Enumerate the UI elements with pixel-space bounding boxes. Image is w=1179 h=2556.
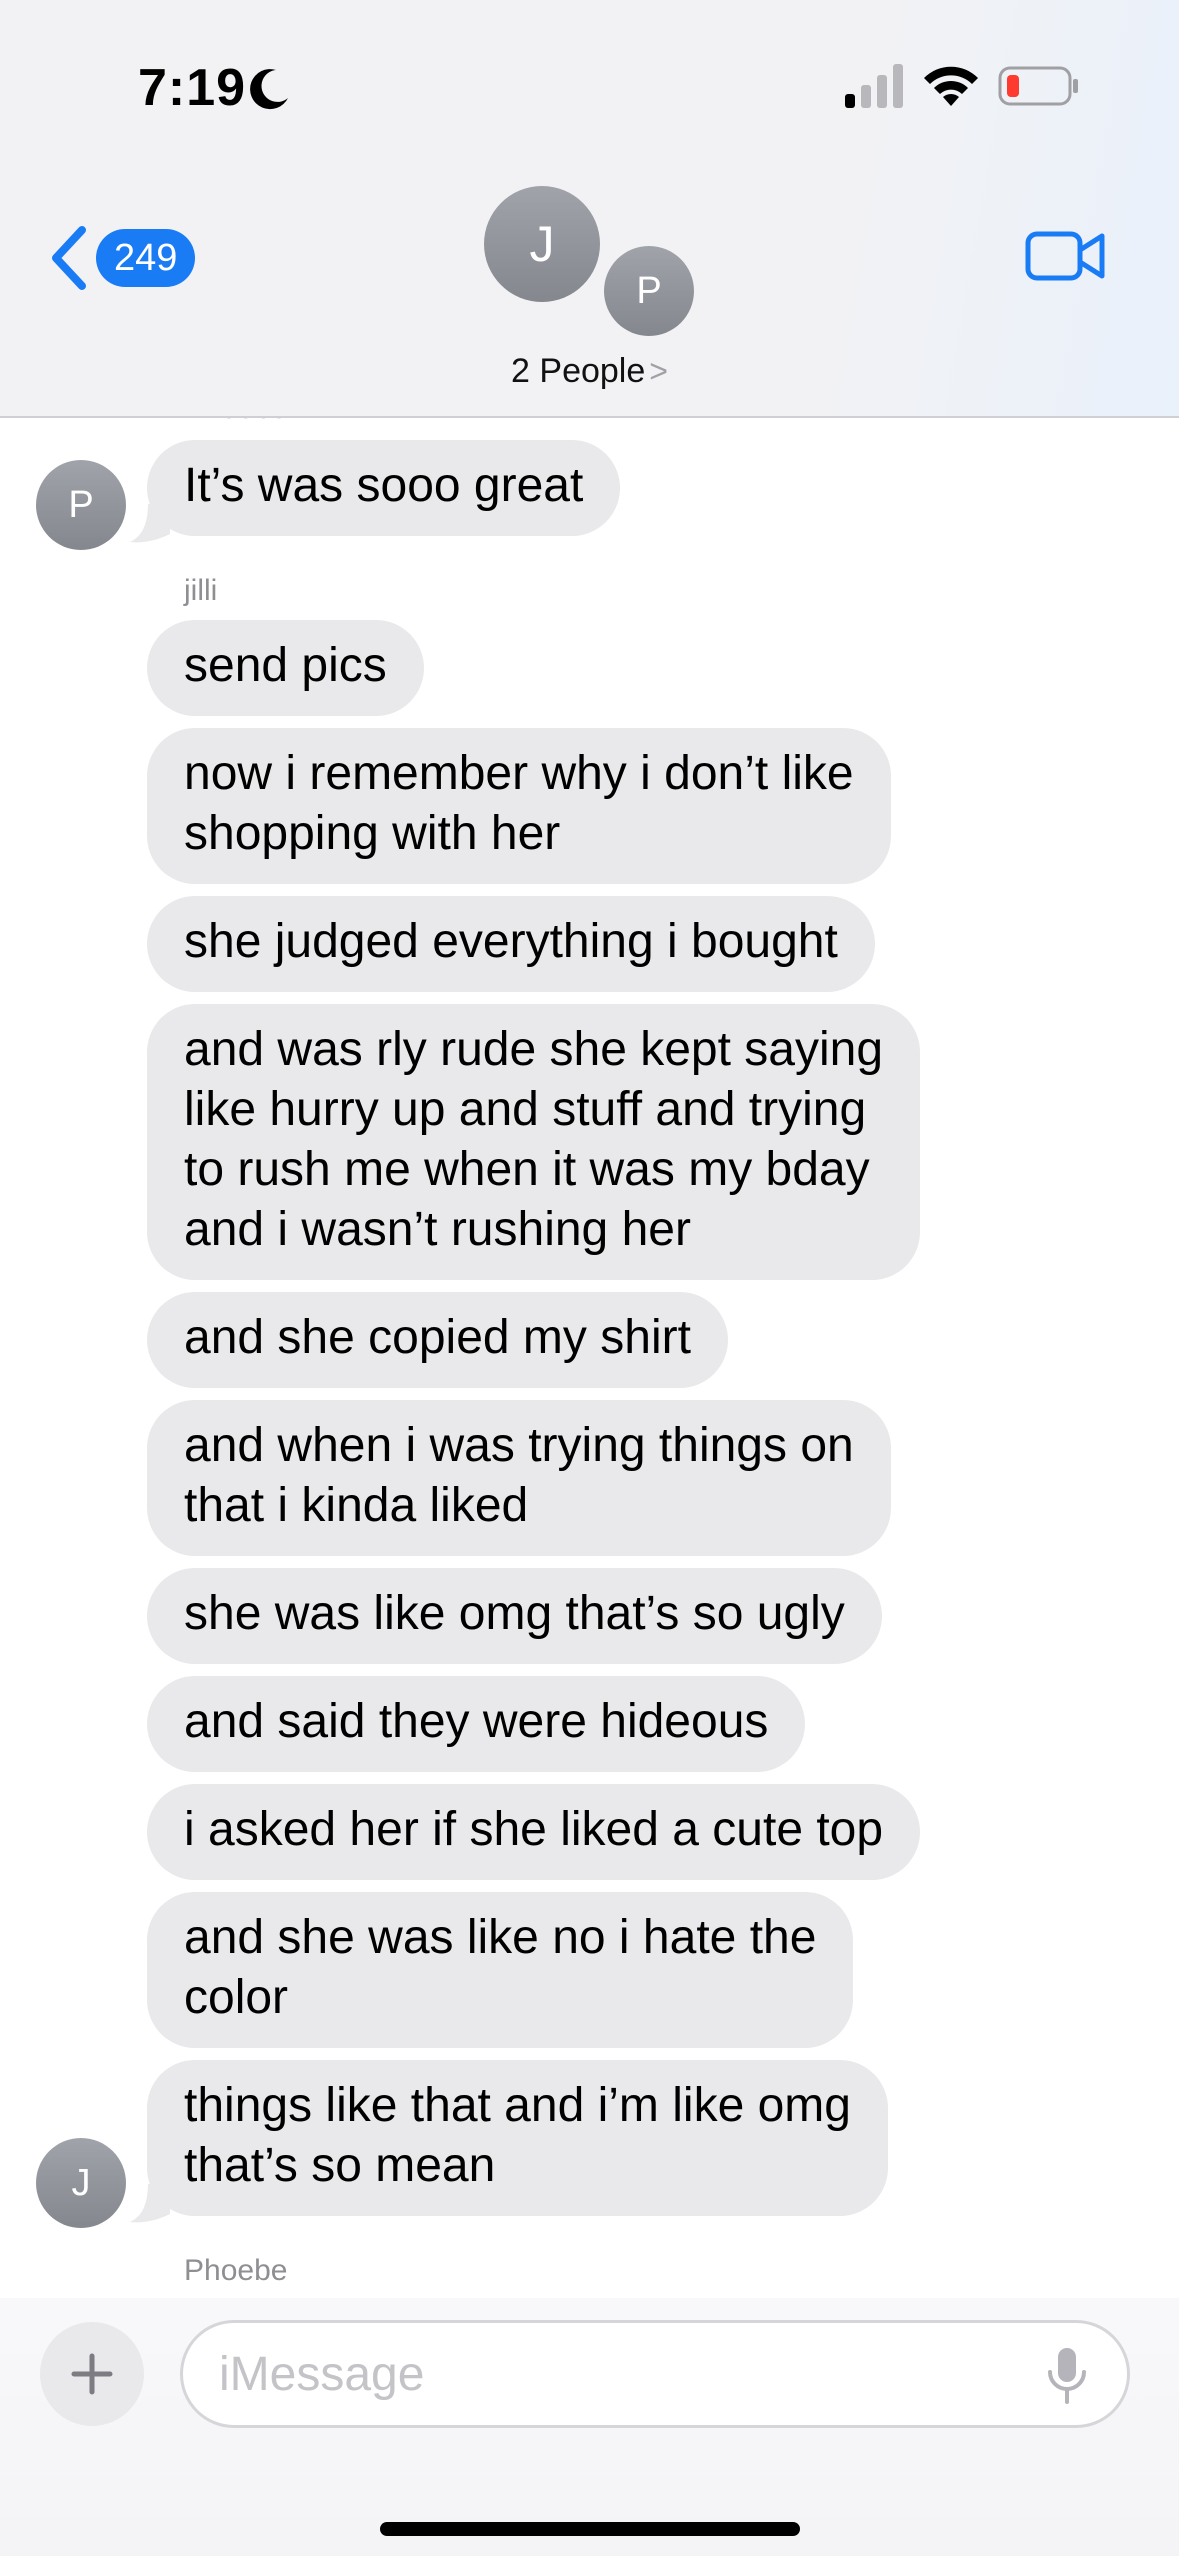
message-bubble[interactable]: send pics [147, 620, 424, 716]
conversation-header: 7:19 249 J P 2 People > [0, 0, 1179, 418]
group-label-text: 2 People [511, 352, 646, 390]
plus-icon [71, 2353, 113, 2395]
group-avatar-stack[interactable]: J P [484, 186, 694, 336]
sender-name: jilli [184, 574, 218, 607]
avatar: P [604, 246, 694, 336]
unread-count-badge: 249 [96, 229, 196, 287]
message-bubble[interactable]: things like that and i’m like omg that’s… [147, 2060, 888, 2216]
moon-icon [250, 69, 288, 110]
message-input[interactable] [180, 2320, 1130, 2428]
sender-name: Phoebe [184, 2254, 288, 2287]
message-bubble[interactable]: and when i was trying things on that i k… [147, 1400, 891, 1556]
home-indicator[interactable] [380, 2522, 800, 2536]
avatar[interactable]: P [36, 460, 126, 550]
chevron-right-icon: > [649, 353, 668, 389]
message-bubble[interactable]: now i remember why i don’t like shopping… [147, 728, 891, 884]
compose-bar [0, 2298, 1179, 2556]
message-bubble[interactable]: and she copied my shirt [147, 1292, 728, 1388]
message-list[interactable]: Phoebe It’s was sooo great P jilli send … [0, 418, 1179, 2298]
avatar[interactable]: J [36, 2138, 126, 2228]
back-button[interactable]: 249 [48, 226, 196, 290]
message-bubble[interactable]: and said they were hideous [147, 1676, 806, 1772]
message-bubble[interactable]: she was like omg that’s so ugly [147, 1568, 882, 1664]
message-bubble[interactable]: i asked her if she liked a cute top [147, 1784, 921, 1880]
chevron-left-icon [52, 226, 86, 290]
battery-low-icon [998, 66, 1078, 106]
microphone-icon[interactable] [1044, 2346, 1090, 2406]
group-details-link[interactable]: 2 People > [0, 352, 1179, 391]
message-bubble[interactable]: and she was like no i hate the color [147, 1892, 854, 2048]
wifi-icon [924, 66, 978, 106]
avatar: J [484, 186, 600, 302]
plus-button[interactable] [40, 2322, 144, 2426]
message-bubble[interactable]: It’s was sooo great [147, 440, 621, 536]
bubble-tail [130, 504, 170, 543]
cellular-signal-icon [845, 64, 903, 108]
message-bubble[interactable]: she judged everything i bought [147, 896, 875, 992]
bubble-tail [130, 2184, 170, 2223]
status-time: 7:19 [138, 59, 247, 117]
video-camera-icon[interactable] [1024, 226, 1108, 286]
sender-name: Phoebe [184, 418, 287, 426]
message-bubble[interactable]: and was rly rude she kept saying like hu… [147, 1004, 921, 1280]
